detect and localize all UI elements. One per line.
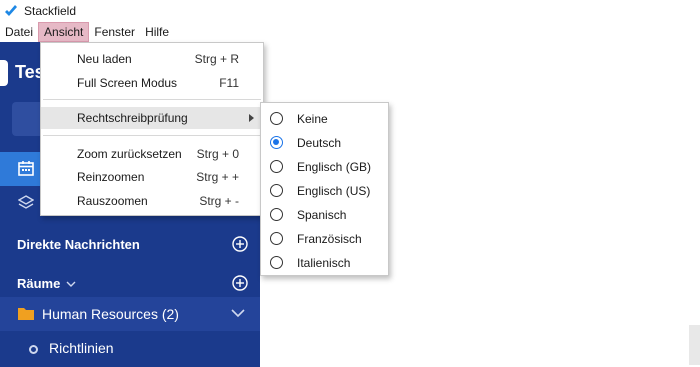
radio-button[interactable] (270, 112, 283, 125)
folder-icon (18, 308, 34, 320)
spellcheck-option[interactable]: Englisch (US) (261, 179, 388, 203)
workspace-indicator (0, 60, 8, 86)
spellcheck-option[interactable]: Englisch (GB) (261, 155, 388, 179)
spellcheck-option[interactable]: Italienisch (261, 251, 388, 275)
spellcheck-option-label: Deutsch (297, 136, 342, 150)
room-label[interactable]: Human Resources (2) (42, 306, 179, 322)
chevron-down-icon[interactable] (231, 308, 245, 318)
menu-item-label: Rauszoomen (77, 194, 148, 208)
spellcheck-option-label: Englisch (GB) (297, 160, 372, 174)
menu-divider (43, 135, 261, 136)
spellcheck-option[interactable]: Spanisch (261, 203, 388, 227)
radio-button[interactable] (270, 232, 283, 245)
spellcheck-option-label: Französisch (297, 232, 362, 246)
spellcheck-option-label: Keine (297, 112, 328, 126)
menu-datei[interactable]: Datei (0, 22, 38, 42)
calendar-icon (18, 161, 34, 176)
spellcheck-option-label: Spanisch (297, 208, 347, 222)
submenu-arrow-icon (249, 114, 254, 122)
menu-hilfe[interactable]: Hilfe (140, 22, 174, 42)
rooms-heading[interactable]: Räume (17, 276, 60, 291)
menu-item-shortcut: F11 (219, 76, 239, 90)
menu-item-label: Rechtschreibprüfung (77, 111, 188, 125)
spellcheck-submenu: Keine Deutsch Englisch (GB) Englisch (US… (260, 102, 389, 276)
radio-button[interactable] (270, 184, 283, 197)
subroom-label[interactable]: Richtlinien (49, 340, 114, 356)
ansicht-menu: Neu laden Strg + R Full Screen Modus F11… (40, 42, 264, 216)
menu-item-shortcut: Strg + + (196, 170, 239, 184)
radio-button[interactable] (270, 208, 283, 221)
add-room-icon[interactable] (232, 275, 248, 291)
menu-item-label: Reinzoomen (77, 170, 145, 184)
add-direct-message-icon[interactable] (232, 236, 248, 252)
menu-item-rauszoomen[interactable]: Rauszoomen Strg + - (41, 190, 263, 212)
menu-item-zoom-zuruecksetzen[interactable]: Zoom zurücksetzen Strg + 0 (41, 143, 263, 165)
menu-item-full-screen[interactable]: Full Screen Modus F11 (41, 72, 263, 94)
menu-item-label: Full Screen Modus (77, 76, 178, 90)
menu-fenster[interactable]: Fenster (89, 22, 140, 42)
menu-item-shortcut: Strg + R (194, 52, 239, 66)
menu-bar: Datei Ansicht Fenster Hilfe (0, 22, 700, 42)
rooms-chevron-icon[interactable] (66, 280, 76, 288)
spellcheck-option[interactable]: Französisch (261, 227, 388, 251)
direct-messages-heading[interactable]: Direkte Nachrichten (17, 237, 140, 252)
menu-ansicht[interactable]: Ansicht (38, 22, 90, 42)
menu-item-label: Zoom zurücksetzen (77, 147, 182, 161)
subroom-dot-icon (29, 345, 38, 354)
spellcheck-option[interactable]: Keine (261, 107, 388, 131)
menu-item-rechtschreibpruefung[interactable]: Rechtschreibprüfung (41, 107, 263, 129)
menu-item-shortcut: Strg + - (199, 194, 239, 208)
spellcheck-option[interactable]: Deutsch (261, 131, 388, 155)
radio-button[interactable] (270, 256, 283, 269)
menu-item-neu-laden[interactable]: Neu laden Strg + R (41, 48, 263, 70)
menu-item-label: Neu laden (77, 52, 132, 66)
spellcheck-option-label: Englisch (US) (297, 184, 371, 198)
window-title: Stackfield (24, 4, 77, 18)
radio-button[interactable] (270, 160, 283, 173)
stackfield-logo-icon (5, 5, 17, 16)
title-bar: Stackfield (0, 0, 700, 22)
menu-item-shortcut: Strg + 0 (196, 147, 239, 161)
layers-icon[interactable] (18, 194, 34, 210)
menu-divider (43, 99, 261, 100)
spellcheck-option-label: Italienisch (297, 256, 351, 270)
menu-item-reinzoomen[interactable]: Reinzoomen Strg + + (41, 166, 263, 188)
radio-button-checked[interactable] (270, 136, 283, 149)
scrollbar[interactable] (689, 325, 700, 365)
